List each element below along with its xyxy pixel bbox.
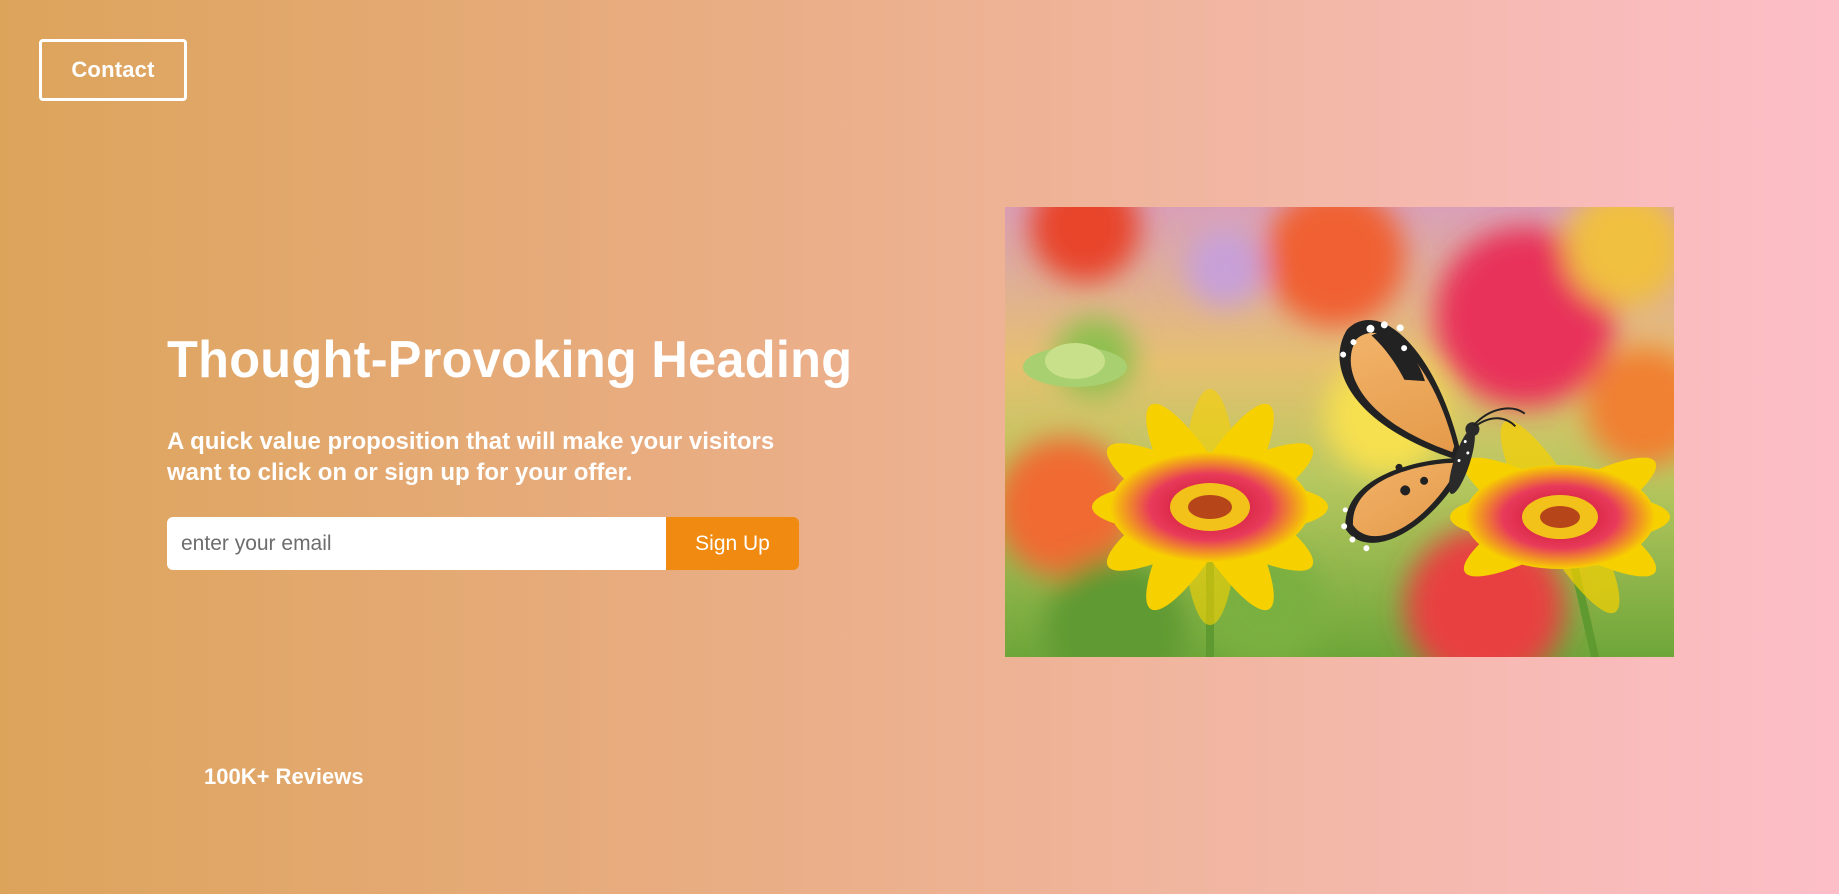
hero-heading: Thought-Provoking Heading: [167, 331, 853, 389]
hero-subheading: A quick value proposition that will make…: [167, 428, 775, 486]
butterfly-flowers-illustration: [1005, 207, 1674, 657]
hero-image: [1005, 207, 1674, 657]
reviews-count: 100K+ Reviews: [204, 764, 364, 789]
contact-button[interactable]: Contact: [39, 39, 187, 101]
signup-button[interactable]: Sign Up: [666, 517, 799, 570]
signup-form: Sign Up: [167, 517, 847, 570]
email-input[interactable]: [167, 517, 666, 570]
hero-section: Thought-Provoking Heading A quick value …: [167, 330, 853, 570]
